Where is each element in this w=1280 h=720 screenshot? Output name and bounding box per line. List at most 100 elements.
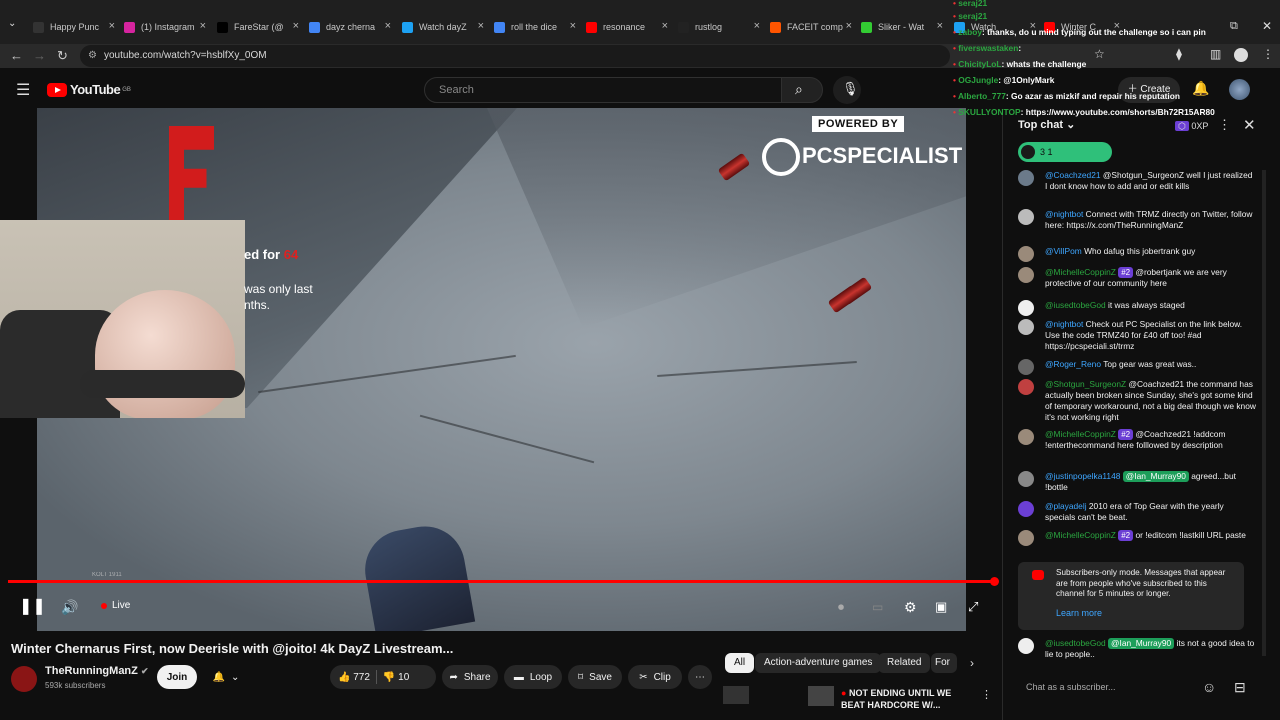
chat-avatar[interactable] (1018, 319, 1034, 335)
chat-message[interactable]: @Shotgun_SurgeonZ @Coachzed21 the comman… (1018, 379, 1256, 423)
account-avatar[interactable] (1229, 79, 1250, 100)
browser-tab[interactable]: roll the dice × (494, 14, 580, 40)
youtube-logo[interactable]: YouTube GB (47, 82, 131, 97)
chip-action-adventure[interactable]: Action-adventure games (755, 653, 882, 673)
chat-author[interactable]: @iusedtobeGod (1045, 638, 1106, 648)
close-chat-icon[interactable]: ✕ (1243, 116, 1256, 134)
chat-message[interactable]: @iusedtobeGod it was always staged (1018, 300, 1256, 316)
tab-search-icon[interactable]: ⌄ (8, 18, 16, 29)
chat-message[interactable]: @justinpopelka1148 @Ian_Murray90 agreed.… (1018, 471, 1256, 493)
chat-author[interactable]: @nightbot (1045, 319, 1083, 329)
chat-message[interactable]: @nightbot Check out PC Specialist on the… (1018, 319, 1256, 352)
tab-close-icon[interactable]: × (937, 20, 943, 32)
chat-scrollbar[interactable] (1262, 170, 1266, 656)
subscription-bell-button[interactable]: 🔔 ⌄ (205, 665, 247, 689)
tab-close-icon[interactable]: × (109, 20, 115, 32)
window-close-icon[interactable]: ✕ (1262, 19, 1272, 33)
chat-author[interactable]: @justinpopelka1148 (1045, 471, 1120, 481)
xp-badge[interactable]: ⬡ 0XP (1175, 121, 1208, 132)
chat-avatar[interactable] (1018, 530, 1034, 546)
chat-avatar[interactable] (1018, 209, 1034, 225)
chat-avatar[interactable] (1018, 379, 1034, 395)
share-button[interactable]: ➦ Share (442, 665, 498, 689)
chat-mention[interactable]: @Ian_Murray90 (1107, 638, 1175, 649)
chat-avatar[interactable] (1018, 429, 1034, 445)
address-bar[interactable]: ⚙ youtube.com/watch?v=hsblfXy_0OM (80, 45, 950, 67)
browser-tab[interactable]: Happy Punc × (33, 14, 119, 40)
browser-menu-icon[interactable]: ⋮ (1262, 47, 1274, 61)
browser-tab[interactable]: Sliker - Wat × (861, 14, 947, 40)
channel-name[interactable]: TheRunningManZ ✔ (45, 665, 148, 677)
recommended-thumbnail[interactable] (723, 686, 749, 704)
chat-author[interactable]: @MichelleCoppinZ (1045, 429, 1116, 439)
browser-tab[interactable]: resonance × (586, 14, 672, 40)
chat-avatar[interactable] (1018, 638, 1034, 654)
chat-message[interactable]: @nightbot Connect with TRMZ directly on … (1018, 209, 1256, 231)
browser-tab[interactable]: (1) Instagram × (124, 14, 210, 40)
search-button[interactable]: ⌕ (781, 77, 823, 103)
chat-message[interactable]: @MichelleCoppinZ #2 @Coachzed21 !addcom … (1018, 429, 1256, 451)
super-chat-icon[interactable]: ⊟ (1234, 679, 1246, 696)
chat-mode-dropdown[interactable]: Top chat ⌄ (1018, 118, 1075, 131)
site-info-icon[interactable]: ⚙ (88, 45, 97, 67)
notifications-bell-icon[interactable]: 🔔 (1192, 80, 1209, 97)
profile-avatar[interactable] (1234, 48, 1248, 62)
subtitles-icon[interactable]: ▭ (872, 598, 883, 616)
chat-author[interactable]: @Coachzed21 (1045, 170, 1101, 180)
browser-tab[interactable]: dayz cherna × (309, 14, 395, 40)
chat-author[interactable]: @playadelj (1045, 501, 1087, 511)
recommended-more-icon[interactable]: ⋮ (981, 688, 992, 701)
chat-author[interactable]: @nightbot (1045, 209, 1083, 219)
tab-close-icon[interactable]: × (293, 20, 299, 32)
tab-close-icon[interactable]: × (662, 20, 668, 32)
chat-avatar[interactable] (1018, 267, 1034, 283)
chat-message[interactable]: @iusedtobeGod @Ian_Murray90 its not a go… (1018, 638, 1256, 660)
tab-close-icon[interactable]: × (570, 20, 576, 32)
recommended-title[interactable]: ● NOT ENDING UNTIL WE BEAT HARDCORE W/..… (841, 687, 951, 711)
tab-close-icon[interactable]: × (200, 20, 206, 32)
join-button[interactable]: Join (157, 665, 197, 689)
progress-scrubber[interactable] (990, 577, 999, 586)
chat-avatar[interactable] (1018, 471, 1034, 487)
progress-bar[interactable] (8, 580, 994, 583)
loop-button[interactable]: ▬ Loop (504, 665, 562, 689)
browser-tab[interactable]: rustlog × (678, 14, 764, 40)
volume-icon[interactable]: 🔊 (61, 598, 78, 616)
tab-close-icon[interactable]: × (478, 20, 484, 32)
tab-close-icon[interactable]: × (754, 20, 760, 32)
pause-icon[interactable]: ❚❚ (19, 598, 46, 616)
bookmark-star-icon[interactable]: ☆ (1094, 47, 1105, 61)
extensions-icon[interactable]: ⧫ (1176, 47, 1182, 61)
chat-avatar[interactable] (1018, 246, 1034, 262)
live-badge[interactable]: Live (101, 600, 130, 611)
chat-author[interactable]: @MichelleCoppinZ (1045, 530, 1116, 540)
chip-related[interactable]: Related (878, 653, 931, 673)
save-button[interactable]: ⌑ Save (568, 665, 622, 689)
chat-avatar[interactable] (1018, 170, 1034, 186)
tab-close-icon[interactable]: × (846, 20, 852, 32)
chat-avatar[interactable] (1018, 300, 1034, 316)
recommended-channel-avatar[interactable] (808, 686, 834, 706)
browser-tab[interactable]: FareStar (@ × (217, 14, 303, 40)
settings-gear-icon[interactable]: ⚙ (904, 598, 917, 616)
theater-mode-icon[interactable]: ▣ (935, 598, 947, 616)
browser-tab[interactable]: Watch dayZ × (402, 14, 488, 40)
chat-message[interactable]: @MichelleCoppinZ #2 @robertjank we are v… (1018, 267, 1256, 289)
fullscreen-icon[interactable]: ⤢ (968, 598, 978, 616)
clip-button[interactable]: ✂ Clip (628, 665, 682, 689)
channel-avatar[interactable] (11, 666, 37, 692)
learn-more-link[interactable]: Learn more (1056, 608, 1236, 619)
chat-mention[interactable]: @Ian_Murray90 (1122, 471, 1189, 482)
dislike-button[interactable]: 👎 10 (383, 672, 409, 683)
tab-close-icon[interactable]: × (385, 20, 391, 32)
emoji-icon[interactable]: ☺ (1202, 679, 1216, 695)
reload-icon[interactable]: ↻ (57, 48, 68, 64)
search-input[interactable]: Search (424, 77, 782, 103)
chat-message[interactable]: @VillPom Who dafug this jobertrank guy (1018, 246, 1256, 262)
back-icon[interactable]: ← (10, 48, 23, 63)
chevron-right-icon[interactable]: › (970, 656, 974, 670)
chat-message[interactable]: @MichelleCoppinZ #2 or !editcom !lastkil… (1018, 530, 1256, 546)
chat-input[interactable]: Chat as a subscriber... (1018, 676, 1196, 698)
voice-search-button[interactable]: 🎙 (833, 76, 861, 104)
chat-author[interactable]: @VillPom (1045, 246, 1082, 256)
